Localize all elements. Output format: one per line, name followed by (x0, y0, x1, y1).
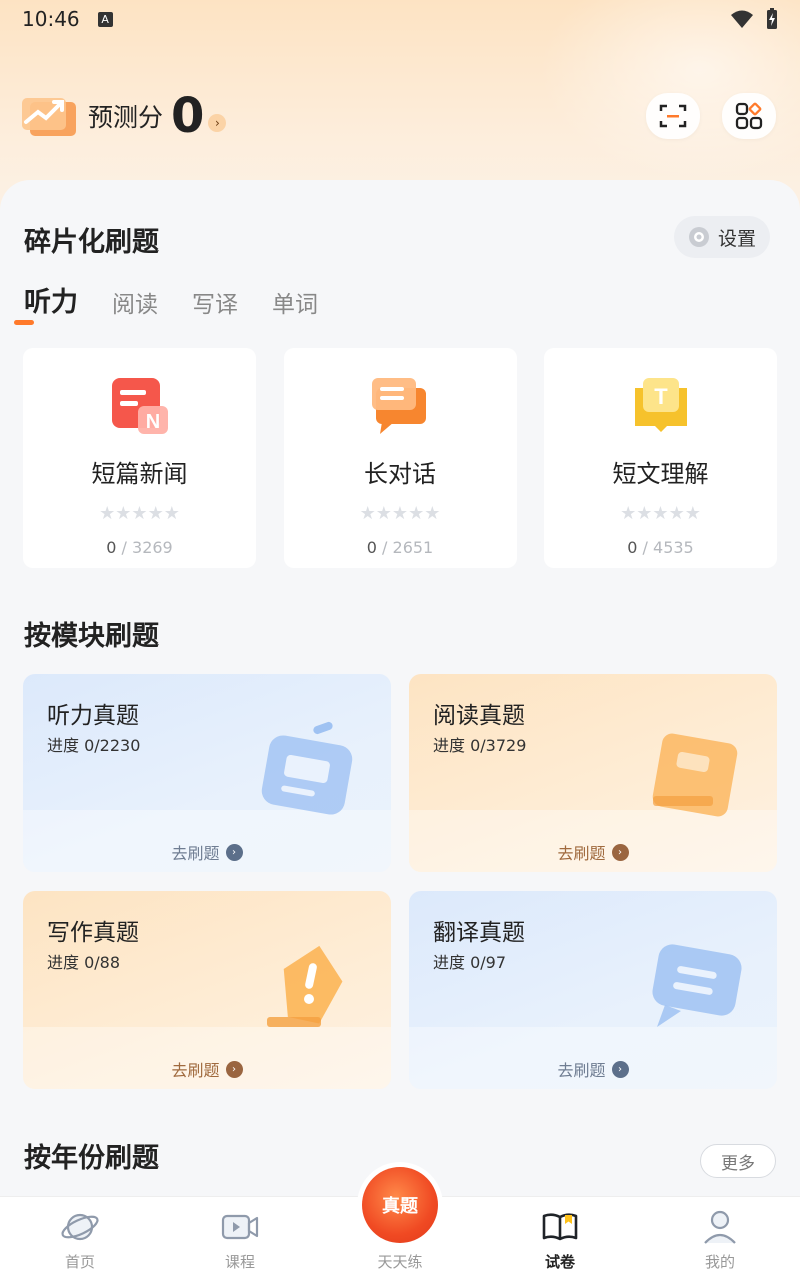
nav-label: 试卷 (544, 1253, 575, 1271)
score-detail-arrow[interactable]: › (208, 114, 227, 132)
video-icon (221, 1214, 259, 1240)
svg-text:T: T (654, 384, 668, 409)
more-button[interactable]: 更多 (700, 1144, 776, 1178)
go-practice-button[interactable]: 去刷题 › (409, 840, 777, 864)
nav-label: 我的 (704, 1253, 735, 1271)
reading-icon: T (629, 374, 693, 438)
rating-stars: ★★★★★ (620, 503, 701, 524)
scan-icon (659, 104, 687, 128)
apps-grid-icon (735, 102, 763, 130)
module-progress: 进度 0/2230 (47, 736, 141, 755)
practice-card-news[interactable]: N 短篇新闻 ★★★★★ 0 / 3269 (23, 348, 256, 568)
nav-label: 首页 (64, 1253, 95, 1271)
tab-writing-translation[interactable]: 写译 (192, 285, 238, 319)
tab-vocabulary[interactable]: 单词 (272, 285, 318, 319)
nav-label: 课程 (224, 1253, 255, 1271)
predicted-score-label[interactable]: 预测分 (88, 98, 163, 134)
pen-nib-icon (267, 945, 343, 1027)
practice-card-short-passage[interactable]: T 短文理解 ★★★★★ 0 / 4535 (544, 348, 777, 568)
tab-listening[interactable]: 听力 (24, 280, 78, 319)
years-section-title: 按年份刷题 (24, 1143, 159, 1174)
trend-chart-icon (20, 94, 78, 138)
module-progress: 进度 0/88 (47, 953, 121, 972)
chevron-right-icon: › (611, 1060, 629, 1078)
wifi-icon (731, 10, 753, 28)
rating-stars: ★★★★★ (359, 503, 441, 524)
svg-text:N: N (145, 411, 159, 433)
card-title: 长对话 (364, 460, 436, 488)
chevron-right-icon: › (611, 843, 629, 861)
status-bar: 10:46 A (0, 0, 800, 38)
card-title: 短文理解 (612, 460, 709, 488)
open-book-icon (542, 1213, 578, 1241)
card-progress: 0 / 3269 (106, 538, 173, 557)
module-title: 听力真题 (47, 703, 139, 729)
settings-button[interactable]: 设置 (674, 216, 770, 258)
user-icon (704, 1210, 736, 1244)
content-sheet: 碎片化刷题 设置 听力 阅读 写译 单词 N 短篇新闻 ★★★★★ 0 / 32… (0, 180, 800, 1200)
planet-icon (61, 1213, 99, 1241)
score-header: 预测分 0 › (20, 84, 776, 148)
fragment-section-title: 碎片化刷题 (24, 227, 159, 258)
dialog-icon (368, 374, 432, 438)
news-icon: N (108, 374, 172, 438)
card-title: 短篇新闻 (91, 460, 188, 488)
book-icon (652, 733, 738, 817)
nav-item-home[interactable]: 首页 (20, 1207, 140, 1280)
module-card-listening[interactable]: 听力真题 进度 0/2230 去刷题 › (23, 674, 391, 872)
bottom-navigation: 首页 课程 真题 天天练 试卷 我的 (0, 1167, 800, 1280)
rating-stars: ★★★★★ (99, 503, 180, 524)
module-progress: 进度 0/97 (433, 953, 507, 972)
nav-item-courses[interactable]: 课程 (180, 1207, 300, 1280)
module-card-reading[interactable]: 阅读真题 进度 0/3729 去刷题 › (409, 674, 777, 872)
card-progress: 0 / 2651 (366, 538, 434, 557)
predicted-score-value[interactable]: 0 (171, 92, 204, 140)
chevron-right-icon: › (225, 1060, 243, 1078)
gear-icon (688, 227, 709, 247)
input-method-icon: A (97, 11, 113, 27)
nav-item-profile[interactable]: 我的 (660, 1207, 780, 1280)
nav-label: 天天练 (377, 1253, 423, 1271)
skill-tabs: 听力 阅读 写译 单词 (24, 280, 318, 319)
tab-indicator (14, 320, 34, 325)
battery-icon (767, 8, 777, 29)
apps-button[interactable] (722, 93, 776, 139)
module-card-translation[interactable]: 翻译真题 进度 0/97 去刷题 › (409, 891, 777, 1089)
nav-item-daily-practice[interactable]: 真题 天天练 (340, 1167, 460, 1280)
tab-reading[interactable]: 阅读 (112, 285, 158, 319)
nav-item-papers[interactable]: 试卷 (500, 1207, 620, 1280)
go-practice-button[interactable]: 去刷题 › (23, 1057, 391, 1081)
module-title: 写作真题 (47, 920, 139, 946)
status-time: 10:46 (22, 7, 80, 31)
scan-button[interactable] (646, 93, 700, 139)
module-card-writing[interactable]: 写作真题 进度 0/88 去刷题 › (23, 891, 391, 1089)
practice-card-long-dialog[interactable]: 长对话 ★★★★★ 0 / 2651 (283, 348, 517, 568)
go-practice-button[interactable]: 去刷题 › (409, 1057, 777, 1081)
module-title: 阅读真题 (433, 703, 525, 729)
card-progress: 0 / 4535 (627, 538, 694, 557)
chat-bubble-icon (652, 944, 742, 1027)
radio-icon (261, 721, 353, 815)
chevron-right-icon: › (225, 843, 243, 861)
go-practice-button[interactable]: 去刷题 › (23, 840, 391, 864)
modules-section-title: 按模块刷题 (24, 621, 159, 652)
practice-cards: N 短篇新闻 ★★★★★ 0 / 3269 长对话 ★★★★★ 0 / 2651 (23, 348, 777, 568)
daily-practice-badge: 真题 (362, 1167, 438, 1243)
module-title: 翻译真题 (433, 920, 525, 946)
settings-label: 设置 (717, 227, 756, 250)
module-progress: 进度 0/3729 (433, 736, 527, 755)
